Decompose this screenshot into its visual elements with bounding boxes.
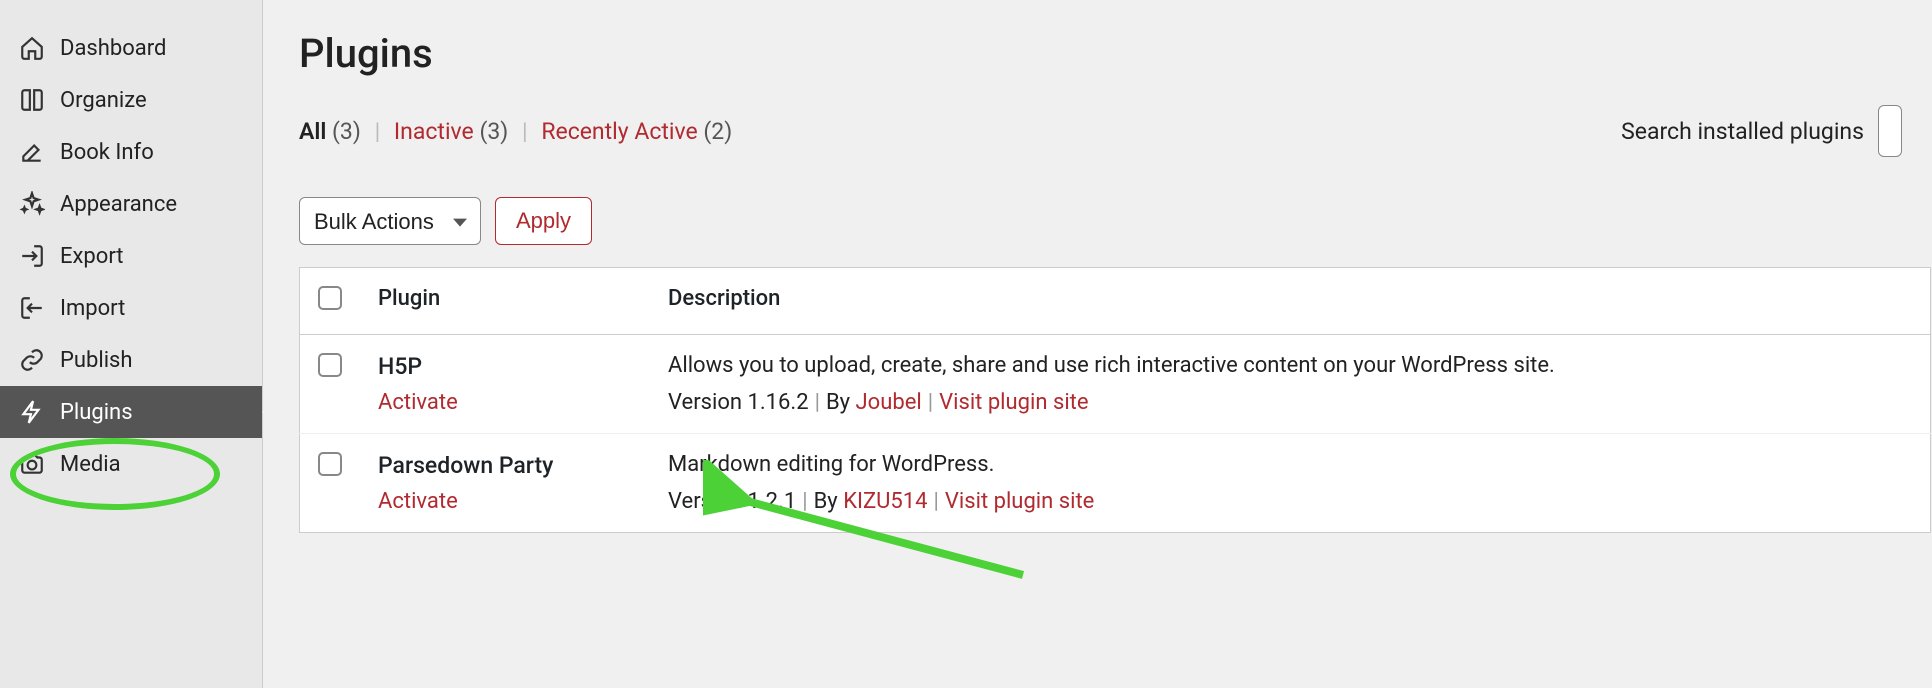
plugin-description: Markdown editing for WordPress.: [668, 452, 1912, 477]
sidebar-item-label: Media: [60, 452, 121, 477]
sidebar-item-label: Plugins: [60, 400, 133, 425]
bolt-icon: [18, 398, 46, 426]
plugin-version: Version 1.2.1: [668, 489, 796, 514]
column-plugin[interactable]: Plugin: [360, 268, 650, 335]
sidebar-item-dashboard[interactable]: Dashboard: [0, 22, 262, 74]
filter-recently-active[interactable]: Recently Active (2): [541, 118, 732, 145]
sidebar-item-label: Book Info: [60, 140, 154, 165]
export-icon: [18, 242, 46, 270]
activate-link[interactable]: Activate: [378, 390, 458, 415]
plugin-author-link[interactable]: Joubel: [856, 390, 922, 415]
sidebar-item-label: Dashboard: [60, 36, 166, 61]
column-description[interactable]: Description: [650, 268, 1931, 335]
plugin-author-link[interactable]: KIZU514: [843, 489, 927, 514]
filter-all[interactable]: All (3): [299, 118, 361, 145]
bulk-actions-select[interactable]: Bulk Actions: [299, 197, 481, 245]
sidebar-item-plugins[interactable]: Plugins: [0, 386, 262, 438]
book-icon: [18, 86, 46, 114]
sparkle-icon: [18, 190, 46, 218]
plugin-meta: Version 1.2.1|By KIZU514|Visit plugin si…: [668, 489, 1912, 514]
sidebar-item-publish[interactable]: Publish: [0, 334, 262, 386]
separator: |: [375, 118, 381, 145]
plugins-table: Plugin Description H5P Activate Allows y…: [299, 267, 1931, 533]
search-input[interactable]: [1878, 105, 1902, 157]
link-icon: [18, 346, 46, 374]
filter-inactive[interactable]: Inactive (3): [394, 118, 508, 145]
main-content: Plugins All (3) | Inactive (3) | Recentl…: [263, 0, 1932, 688]
visit-plugin-site-link[interactable]: Visit plugin site: [939, 390, 1088, 415]
page-title: Plugins: [299, 30, 1932, 77]
plugin-description: Allows you to upload, create, share and …: [668, 353, 1912, 378]
sidebar-item-organize[interactable]: Organize: [0, 74, 262, 126]
table-row: Parsedown Party Activate Markdown editin…: [300, 434, 1931, 533]
plugin-name: H5P: [378, 353, 632, 380]
home-icon: [18, 34, 46, 62]
sidebar-item-label: Publish: [60, 348, 133, 373]
sidebar-item-export[interactable]: Export: [0, 230, 262, 282]
table-row: H5P Activate Allows you to upload, creat…: [300, 335, 1931, 434]
select-all-checkbox[interactable]: [318, 286, 342, 310]
import-icon: [18, 294, 46, 322]
activate-link[interactable]: Activate: [378, 489, 458, 514]
row-checkbox[interactable]: [318, 452, 342, 476]
sidebar-item-import[interactable]: Import: [0, 282, 262, 334]
sidebar-item-appearance[interactable]: Appearance: [0, 178, 262, 230]
visit-plugin-site-link[interactable]: Visit plugin site: [945, 489, 1094, 514]
camera-icon: [18, 450, 46, 478]
separator: |: [522, 118, 528, 145]
sidebar-item-label: Export: [60, 244, 124, 269]
admin-sidebar: Dashboard Organize Book Info Appearance …: [0, 0, 263, 688]
sidebar-item-label: Organize: [60, 88, 147, 113]
plugin-name: Parsedown Party: [378, 452, 632, 479]
plugin-filters: All (3) | Inactive (3) | Recently Active…: [299, 118, 732, 145]
row-checkbox[interactable]: [318, 353, 342, 377]
plugin-version: Version 1.16.2: [668, 390, 809, 415]
filter-row: All (3) | Inactive (3) | Recently Active…: [299, 105, 1932, 157]
search-label: Search installed plugins: [1621, 118, 1864, 145]
plugin-meta: Version 1.16.2|By Joubel|Visit plugin si…: [668, 390, 1912, 415]
sidebar-item-label: Appearance: [60, 192, 177, 217]
bulk-actions-row: Bulk Actions Apply: [299, 197, 1932, 245]
apply-button[interactable]: Apply: [495, 197, 592, 245]
search-area: Search installed plugins: [1621, 105, 1902, 157]
sidebar-item-label: Import: [60, 296, 125, 321]
sidebar-item-media[interactable]: Media: [0, 438, 262, 490]
sidebar-item-book-info[interactable]: Book Info: [0, 126, 262, 178]
edit-icon: [18, 138, 46, 166]
